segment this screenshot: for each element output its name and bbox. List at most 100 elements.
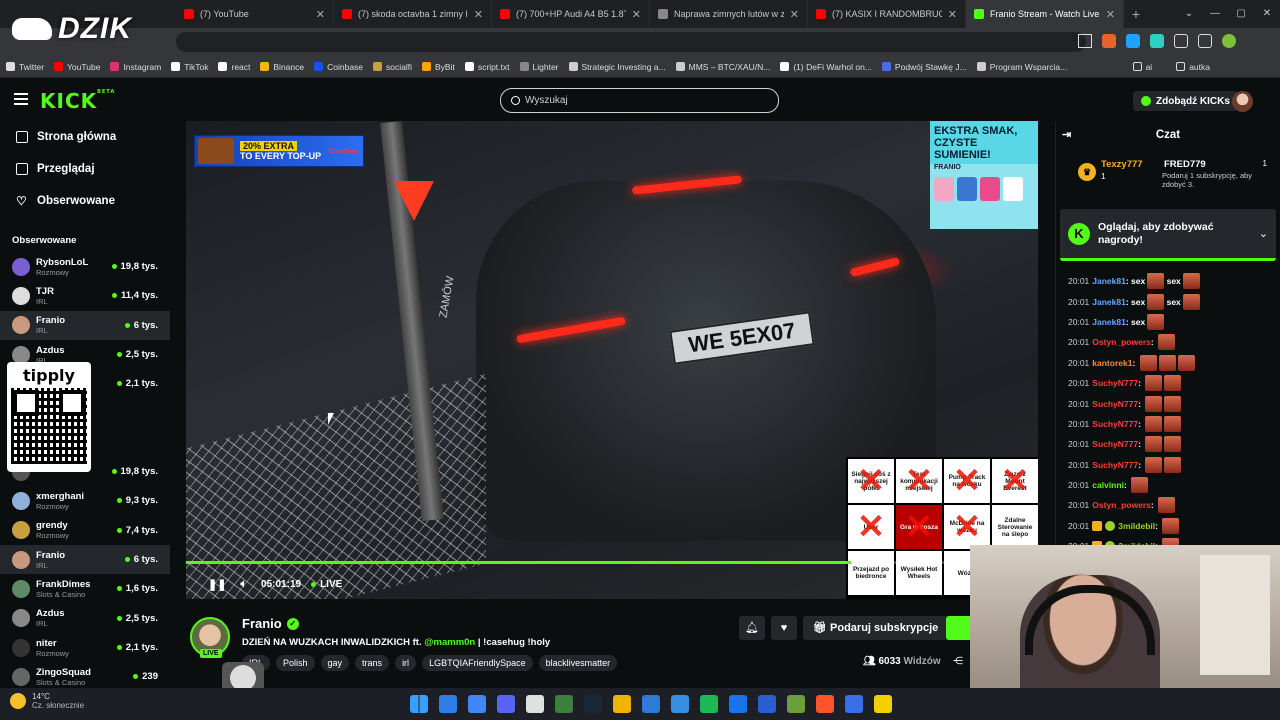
- close-tab-icon[interactable]: ✕: [1106, 8, 1115, 21]
- extensions-puzzle-icon[interactable]: [1174, 34, 1188, 48]
- browser-tab[interactable]: (7) skoda octavba 1 zimny lut ✕: [334, 0, 492, 28]
- sidebar-nav-item[interactable]: ♡ Obserwowane: [0, 185, 170, 217]
- chat-username[interactable]: SuchyN777: [1092, 439, 1138, 449]
- taskbar-app-icon[interactable]: [613, 695, 631, 713]
- bookmark-item[interactable]: Program Wsparcia...: [976, 62, 1067, 72]
- followed-channel[interactable]: ZingoSquad Slots & Casino 239: [0, 662, 170, 688]
- followed-channel[interactable]: FrankDimes Slots & Casino 1,6 tys.: [0, 574, 170, 603]
- franio-ad[interactable]: EKSTRA SMAK, CZYSTE SUMIENIE! FRANIO: [930, 121, 1038, 229]
- followed-channel[interactable]: xmerghani Rozmowy 9,3 tys.: [0, 486, 170, 515]
- user-avatar[interactable]: [1232, 91, 1253, 112]
- browser-tab[interactable]: (7) KASIX I RANDOMBRUCE W ✕: [808, 0, 966, 28]
- followed-channel[interactable]: Franio IRL 6 tys.: [0, 310, 170, 340]
- stream-tag[interactable]: gay: [320, 655, 350, 671]
- browser-tab[interactable]: Franio Stream - Watch Live ✕: [966, 0, 1124, 28]
- chat-username[interactable]: SuchyN777: [1092, 378, 1138, 388]
- chat-username[interactable]: calvinni: [1092, 480, 1124, 490]
- taskbar-app-icon[interactable]: [439, 695, 457, 713]
- taskbar-app-icon[interactable]: [845, 695, 863, 713]
- weather-widget[interactable]: 14°C Cz. słonecznie: [10, 692, 84, 710]
- followed-channel[interactable]: RybsonLoL Rozmowy 19,8 tys.: [0, 252, 170, 281]
- taskbar-app-icon[interactable]: [671, 695, 689, 713]
- search-input[interactable]: [525, 95, 745, 106]
- casehug-ad[interactable]: 20% EXTRA TO EVERY TOP-UP Casehug: [194, 135, 364, 167]
- followed-channel[interactable]: TJR IRL 11,4 tys.: [0, 281, 170, 310]
- taskbar-app-icon[interactable]: [642, 695, 660, 713]
- bookmark-item[interactable]: Podwój Stawkę J...: [881, 62, 967, 72]
- reading-list-icon[interactable]: [1198, 34, 1212, 48]
- address-bar[interactable]: [176, 32, 1086, 52]
- chat-username[interactable]: Ostyn_powers: [1092, 337, 1151, 347]
- browser-tab[interactable]: Naprawa zimnych lutów w zeg ✕: [650, 0, 808, 28]
- chat-username[interactable]: SuchyN777: [1092, 460, 1138, 470]
- chat-username[interactable]: Janek81: [1092, 317, 1126, 327]
- favorite-button[interactable]: ♥: [771, 616, 797, 640]
- get-kicks-button[interactable]: Zdobądź KICKs: [1133, 91, 1238, 111]
- browser-tab[interactable]: (7) 700+HP Audi A4 B5 1.8TQ ✕: [492, 0, 650, 28]
- taskbar-app-icon[interactable]: [584, 695, 602, 713]
- volume-icon[interactable]: 🔈︎: [240, 578, 247, 591]
- bookmark-star-icon[interactable]: [1078, 34, 1092, 48]
- bookmark-item[interactable]: TikTok: [171, 62, 208, 72]
- bookmark-item[interactable]: socialfi: [373, 62, 412, 72]
- bookmark-item[interactable]: react: [218, 62, 250, 72]
- profile-icon[interactable]: [1222, 34, 1236, 48]
- stream-tag[interactable]: trans: [355, 655, 390, 671]
- chevron-down-icon[interactable]: ⌄: [1176, 0, 1202, 28]
- chat-username[interactable]: Janek81: [1092, 276, 1126, 286]
- taskbar-app-icon[interactable]: [729, 695, 747, 713]
- followed-channel[interactable]: Franio IRL 6 tys.: [0, 544, 170, 575]
- bookmark-folder[interactable]: ai: [1132, 62, 1152, 72]
- taskbar-app-icon[interactable]: [874, 695, 892, 713]
- chevron-down-icon[interactable]: ⌄: [1259, 227, 1268, 240]
- taskbar-app-icon[interactable]: [700, 695, 718, 713]
- bookmark-item[interactable]: ByBit: [422, 62, 455, 72]
- close-tab-icon[interactable]: ✕: [790, 8, 799, 21]
- gift-subscription-button[interactable]: 🎁︎ Podaruj subskrypcje: [803, 616, 949, 640]
- taskbar-app-icon[interactable]: [555, 695, 573, 713]
- close-tab-icon[interactable]: ✕: [948, 8, 957, 21]
- stream-tag[interactable]: blacklivesmatter: [538, 655, 618, 671]
- chat-username[interactable]: Janek81: [1092, 297, 1126, 307]
- sidebar-nav-item[interactable]: Strona główna: [0, 121, 170, 153]
- watch-rewards-banner[interactable]: K Oglądaj, aby zdobywać nagrody! ⌄: [1060, 209, 1276, 261]
- close-tab-icon[interactable]: ✕: [632, 8, 641, 21]
- chat-username[interactable]: SuchyN777: [1092, 399, 1138, 409]
- kick-logo[interactable]: KICKBETA: [40, 89, 115, 113]
- bookmark-item[interactable]: YouTube: [54, 62, 100, 72]
- hamburger-menu-icon[interactable]: [14, 93, 28, 105]
- bookmark-item[interactable]: Strategic Investing a...: [568, 62, 666, 72]
- video-progress-bar[interactable]: [186, 561, 1038, 564]
- taskbar-app-icon[interactable]: [468, 695, 486, 713]
- close-window-button[interactable]: ✕: [1254, 0, 1280, 28]
- pinned-user-2[interactable]: FRED779: [1164, 159, 1206, 170]
- extension-icon[interactable]: [1126, 34, 1140, 48]
- streamer-name[interactable]: Franio ✓: [242, 616, 299, 631]
- menu-dots-icon[interactable]: [1246, 34, 1260, 48]
- bookmark-item[interactable]: (1) DeFi Warhol on...: [780, 62, 872, 72]
- stream-tag[interactable]: irl: [395, 655, 417, 671]
- close-tab-icon[interactable]: ✕: [474, 8, 483, 21]
- minimize-button[interactable]: —: [1202, 0, 1228, 28]
- taskbar-app-icon[interactable]: [526, 695, 544, 713]
- pinned-user-1[interactable]: Texzy777: [1101, 159, 1143, 170]
- taskbar-app-icon[interactable]: [758, 695, 776, 713]
- followed-channel[interactable]: Azdus IRL 2,5 tys.: [0, 604, 170, 633]
- taskbar-app-icon[interactable]: [497, 695, 515, 713]
- share-icon[interactable]: ⋲: [953, 656, 963, 667]
- stream-title-mention[interactable]: @mamm0n: [424, 637, 475, 648]
- collapse-chat-icon[interactable]: ⇥: [1062, 121, 1071, 149]
- bookmark-item[interactable]: Binance: [260, 62, 304, 72]
- stream-tag[interactable]: Polish: [276, 655, 315, 671]
- pause-icon[interactable]: ❚❚: [208, 578, 226, 591]
- taskbar-app-icon[interactable]: [787, 695, 805, 713]
- bookmark-item[interactable]: MMS – BTC/XAU/N...: [675, 62, 770, 72]
- browser-tab[interactable]: (7) YouTube ✕: [176, 0, 334, 28]
- bookmark-item[interactable]: Instagram: [110, 62, 161, 72]
- extension-icon[interactable]: [1150, 34, 1164, 48]
- extension-icon[interactable]: [1102, 34, 1116, 48]
- bookmark-item[interactable]: Coinbase: [314, 62, 363, 72]
- followed-channel[interactable]: grendy Rozmowy 7,4 tys.: [0, 516, 170, 545]
- bookmark-item[interactable]: Twitter: [6, 62, 44, 72]
- chat-username[interactable]: kantorek1: [1092, 358, 1132, 368]
